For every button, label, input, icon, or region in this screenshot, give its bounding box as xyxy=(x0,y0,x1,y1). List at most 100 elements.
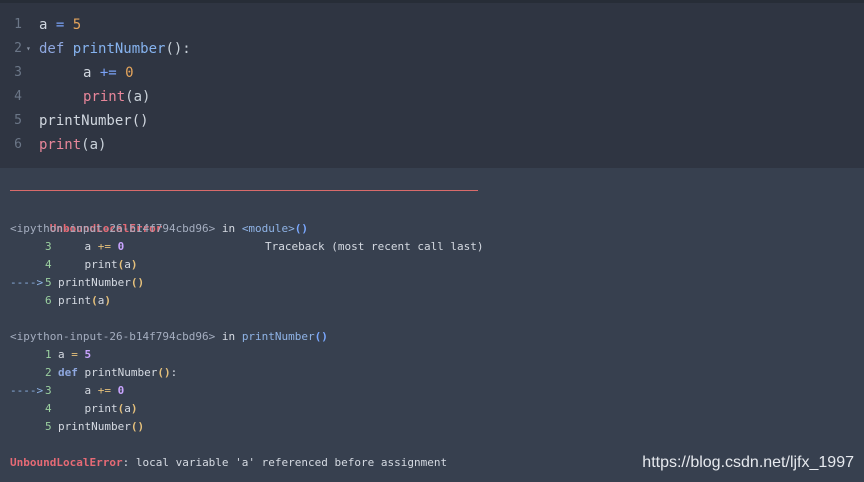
notebook-page: 1a = 5 2 ▾ def printNumber(): 3 a += 0 4 print(… xyxy=(0,0,864,482)
traceback-line: ----> 5 printNumber() xyxy=(10,274,144,292)
code-line[interactable]: 5 printNumber() xyxy=(0,109,864,133)
traceback-token xyxy=(111,384,118,397)
traceback-token: print xyxy=(58,294,92,307)
traceback-token: print xyxy=(58,402,118,415)
traceback-line-number: 6 xyxy=(45,294,52,307)
frame1-header: <ipython-input-26-b14f794cbd96> in <modu… xyxy=(10,220,308,238)
line-number: 3 xyxy=(14,65,22,80)
traceback-token: print xyxy=(58,258,118,271)
traceback-line-number: 4 xyxy=(45,258,52,271)
traceback-token: () xyxy=(130,420,145,433)
traceback-line-number: 5 xyxy=(45,420,52,433)
traceback-line: 4 print(a) xyxy=(10,400,137,418)
code-token: print xyxy=(83,89,126,105)
traceback-token: printNumber xyxy=(77,366,158,379)
traceback-separator xyxy=(10,190,478,191)
code-line[interactable]: 1 a = 5 xyxy=(0,13,864,37)
traceback-line: 3 a += 0 xyxy=(10,238,124,256)
code-cell-editor[interactable]: 1a = 5 2 ▾ def printNumber(): 3 a += 0 4 print(… xyxy=(0,3,864,168)
traceback-token: a xyxy=(58,384,98,397)
traceback-token xyxy=(78,348,85,361)
traceback-token: a xyxy=(58,348,72,361)
traceback-label: Traceback (most recent call last) xyxy=(265,240,484,253)
code-line[interactable]: 2 ▾ def printNumber(): xyxy=(0,37,864,61)
traceback-token: : xyxy=(170,366,178,379)
frame2-header: <ipython-input-26-b14f794cbd96> in print… xyxy=(10,328,328,346)
final-error-name: UnboundLocalError xyxy=(10,456,123,469)
traceback-token: ) xyxy=(130,402,138,415)
final-error-message: : local variable 'a' referenced before a… xyxy=(122,456,448,469)
cell-output: UnboundLocalError Traceback (most recent… xyxy=(0,168,864,482)
current-line-arrow: ----> xyxy=(10,384,44,397)
traceback-token: printNumber xyxy=(58,276,131,289)
watermark-url: https://blog.csdn.net/ljfx_1997 xyxy=(642,454,854,471)
code-text: a += 0 xyxy=(83,61,134,85)
code-token: (a) xyxy=(125,89,151,105)
code-token: += xyxy=(91,65,126,81)
traceback-token: 5 xyxy=(84,348,92,361)
traceback-line-number: 3 xyxy=(45,240,52,253)
traceback-line: ----> 3 a += 0 xyxy=(10,382,124,400)
traceback-line-number: 2 xyxy=(45,366,52,379)
code-text: printNumber() xyxy=(39,109,149,133)
traceback-line: 6 print(a) xyxy=(10,292,111,310)
traceback-line-number: 3 xyxy=(45,384,52,397)
traceback-token: += xyxy=(97,240,111,253)
code-token: = xyxy=(47,17,73,33)
traceback-token: ) xyxy=(104,294,111,307)
frame2-func: printNumber xyxy=(241,330,315,343)
traceback-line: 2 def printNumber(): xyxy=(10,364,177,382)
code-token: print xyxy=(39,137,82,153)
code-token: 5 xyxy=(72,17,82,33)
line-number: 2 xyxy=(14,41,22,56)
traceback-token: 0 xyxy=(117,384,125,397)
traceback-token: () xyxy=(157,366,171,379)
code-token: 0 xyxy=(125,65,134,81)
code-line[interactable]: 4 print(a) xyxy=(0,85,864,109)
traceback-token: ( xyxy=(91,294,98,307)
frame2-parens: () xyxy=(314,330,328,343)
traceback-line-number: 1 xyxy=(45,348,52,361)
code-text: def printNumber(): xyxy=(39,37,191,61)
traceback-token: a xyxy=(58,240,98,253)
frame1-in: in xyxy=(215,222,242,235)
line-number: 5 xyxy=(14,113,22,128)
frame1-module: <module> xyxy=(241,222,295,235)
code-line[interactable]: 3 a += 0 xyxy=(0,61,864,85)
code-text: print(a) xyxy=(39,133,106,157)
code-token: (a) xyxy=(81,137,107,153)
frame1-file: <ipython-input-26-b14f794cbd96> xyxy=(10,222,216,235)
code-token: def xyxy=(39,41,65,57)
frame2-in: in xyxy=(215,330,242,343)
traceback-line: 1a = 5 xyxy=(10,346,91,364)
traceback-line: 4 print(a) xyxy=(10,256,137,274)
traceback-token: printNumber xyxy=(58,420,131,433)
frame1-parens: () xyxy=(294,222,309,235)
traceback-token: 0 xyxy=(117,240,125,253)
code-token: printNumber xyxy=(72,41,166,57)
line-number: 4 xyxy=(14,89,22,104)
traceback-line-number: 5 xyxy=(45,276,52,289)
traceback-token: ) xyxy=(130,258,138,271)
fold-arrow-icon[interactable]: ▾ xyxy=(26,37,31,61)
traceback-token xyxy=(111,240,118,253)
traceback-line-number: 4 xyxy=(45,402,52,415)
traceback-line: 5 printNumber() xyxy=(10,418,144,436)
traceback-token: a xyxy=(124,258,131,271)
traceback-token: def xyxy=(58,366,78,379)
traceback-token: () xyxy=(130,276,145,289)
code-text: print(a) xyxy=(83,85,150,109)
traceback-header: UnboundLocalError Traceback (most recent… xyxy=(10,202,484,253)
final-error-line: UnboundLocalError: local variable 'a' re… xyxy=(10,454,447,472)
line-number: 6 xyxy=(14,137,22,152)
traceback-token: = xyxy=(71,348,78,361)
line-number: 1 xyxy=(14,17,22,32)
code-token: (): xyxy=(165,41,191,57)
code-line[interactable]: 6 print(a) xyxy=(0,133,864,157)
traceback-token: += xyxy=(97,384,111,397)
current-line-arrow: ----> xyxy=(10,276,44,289)
frame2-file: <ipython-input-26-b14f794cbd96> xyxy=(10,330,216,343)
code-token: printNumber() xyxy=(39,113,149,129)
traceback-token: a xyxy=(124,402,131,415)
